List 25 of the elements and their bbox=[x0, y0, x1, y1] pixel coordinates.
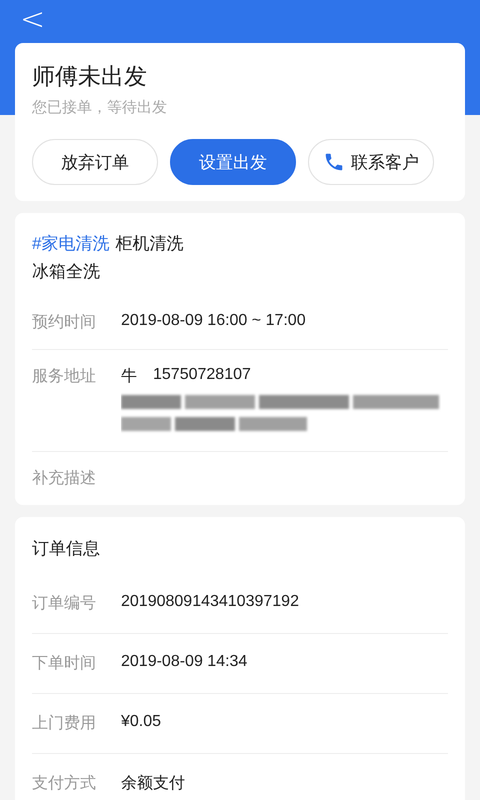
field-value: 2019-08-09 16:00 ~ 17:00 bbox=[121, 312, 306, 331]
field-label: 订单编号 bbox=[32, 594, 97, 614]
field-label: 预约时间 bbox=[32, 312, 97, 333]
field-label: 下单时间 bbox=[32, 654, 97, 674]
service-title: 冰箱全洗 bbox=[32, 261, 100, 283]
category-tag: #家电清洗 bbox=[32, 234, 110, 253]
contact-phone: 15750728107 bbox=[153, 366, 251, 385]
field-value: 余额支付 bbox=[121, 774, 185, 794]
status-title: 师傅未出发 bbox=[32, 62, 148, 91]
field-label: 补充描述 bbox=[32, 468, 97, 489]
action-button[interactable]: 放弃订单 bbox=[32, 139, 158, 185]
field-value: 2019-08-09 14:34 bbox=[121, 653, 248, 672]
phone-icon bbox=[323, 151, 345, 173]
field-value: 20190809143410397192 bbox=[121, 593, 299, 612]
field-label: 服务地址 bbox=[32, 366, 97, 387]
field-label: 支付方式 bbox=[32, 774, 97, 794]
field-value: ¥0.05 bbox=[121, 713, 162, 732]
field-label: 上门费用 bbox=[32, 714, 97, 734]
contact-button[interactable]: 联系客户 bbox=[308, 139, 434, 185]
action-button[interactable]: 设置出发 bbox=[170, 139, 296, 185]
section-title: 订单信息 bbox=[32, 538, 101, 560]
service-title: 柜机清洗 bbox=[115, 234, 184, 253]
contact-name: 牛 bbox=[121, 366, 137, 387]
status-subtitle: 您已接单，等待出发 bbox=[32, 98, 168, 117]
back-button[interactable]: < bbox=[20, 2, 46, 37]
